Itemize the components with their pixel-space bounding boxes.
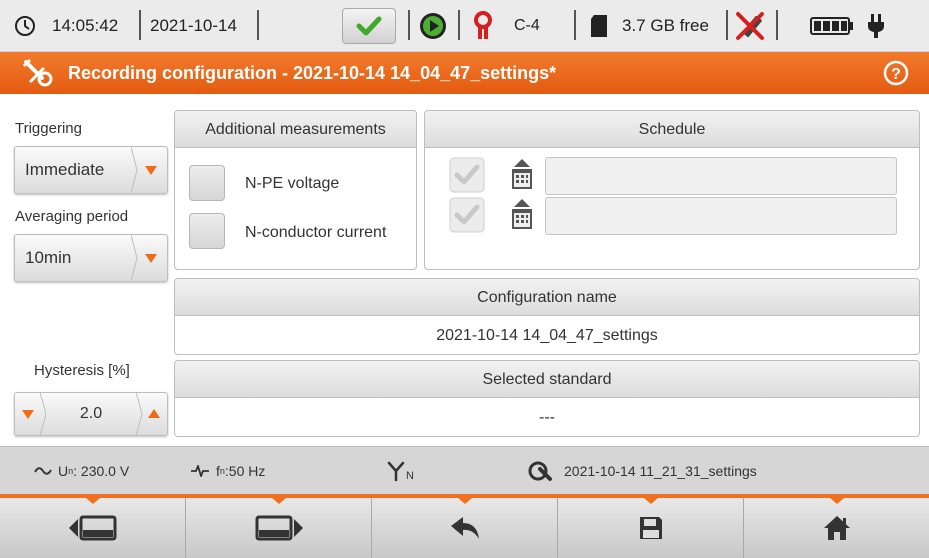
status-separator	[139, 10, 141, 40]
status-date: 2021-10-14	[150, 16, 237, 35]
schedule-panel: Schedule	[424, 110, 920, 270]
button-notch	[644, 498, 658, 504]
bottom-toolbar	[0, 494, 929, 558]
additional-measurements-header: Additional measurements	[175, 111, 416, 148]
selected-standard-panel: Selected standard ---	[174, 360, 920, 437]
arrow-down-icon	[22, 391, 47, 437]
clamp-label: C-4	[514, 17, 540, 34]
floppy-save-icon	[639, 517, 662, 539]
play-record-icon	[418, 0, 448, 52]
recording-ok-button[interactable]	[342, 8, 396, 44]
nominal-voltage: Un: 230.0 V	[34, 447, 129, 495]
status-separator	[458, 10, 460, 40]
button-notch	[830, 498, 844, 504]
power-plug-icon	[866, 0, 886, 52]
button-notch	[86, 498, 100, 504]
storage-free: 3.7 GB free	[622, 16, 709, 35]
hysteresis-value: 2.0	[79, 405, 103, 422]
additional-measurements-panel: Additional measurements N-PE voltage N-c…	[174, 110, 417, 270]
usb-disconnected-icon	[734, 0, 766, 52]
help-icon[interactable]: ?	[883, 60, 909, 91]
network-wye-icon	[387, 461, 405, 482]
network-type: N	[386, 447, 414, 495]
home-icon	[823, 516, 850, 540]
back-button[interactable]	[372, 498, 558, 558]
status-bar: 14:05:42 2021-10-14 C-4 3.7 GB free	[0, 0, 929, 52]
sine-wave-icon	[34, 467, 52, 475]
configuration-name-header: Configuration name	[175, 279, 919, 316]
schedule-start-field[interactable]	[545, 157, 897, 195]
svg-text:?: ?	[891, 66, 901, 83]
status-separator	[257, 10, 259, 40]
info-bar: Un: 230.0 V f n:50 Hz N 2021-10-14 11_21_…	[0, 446, 929, 494]
schedule-header: Schedule	[425, 111, 919, 148]
arrow-up-icon	[135, 391, 160, 437]
schedule-stop-field[interactable]	[545, 197, 897, 235]
home-button[interactable]	[744, 498, 929, 558]
selected-standard-value[interactable]: ---	[175, 409, 919, 427]
tools-settings-icon	[20, 58, 54, 93]
frequency-icon	[191, 465, 209, 477]
averaging-dropdown[interactable]: 10min	[14, 234, 168, 282]
save-button[interactable]	[558, 498, 744, 558]
status-separator	[726, 10, 728, 40]
next-screen-button[interactable]	[186, 498, 372, 558]
triggering-dropdown[interactable]: Immediate	[14, 146, 168, 194]
page-title: Recording configuration - 2021-10-14 14_…	[68, 63, 557, 83]
configuration-name-panel: Configuration name 2021-10-14 14_04_47_s…	[174, 278, 920, 355]
averaging-value: 10min	[25, 248, 72, 267]
nominal-frequency: f n:50 Hz	[190, 447, 265, 495]
averaging-label: Averaging period	[15, 208, 129, 225]
status-separator	[776, 10, 778, 40]
wrench-icon	[528, 461, 552, 481]
calendar-start-icon[interactable]	[509, 157, 535, 196]
dropdown-arrow-icon	[130, 234, 167, 282]
back-arrow-icon	[450, 517, 479, 539]
status-separator	[574, 10, 576, 40]
decrement-button[interactable]	[14, 391, 47, 437]
sd-card-icon	[590, 0, 608, 52]
dropdown-arrow-icon	[130, 146, 167, 194]
title-bar: Recording configuration - 2021-10-14 14_…	[0, 52, 929, 94]
n-conductor-current-label: N-conductor current	[245, 224, 387, 241]
battery-icon	[810, 0, 854, 52]
configuration-name-value[interactable]: 2021-10-14 14_04_47_settings	[175, 327, 919, 345]
triggering-label: Triggering	[15, 120, 82, 137]
settings-file: 2021-10-14 11_21_31_settings	[528, 447, 757, 495]
hysteresis-label: Hysteresis [%]	[34, 362, 130, 379]
schedule-start-checkbox[interactable]	[449, 157, 485, 198]
clamp-icon	[472, 0, 494, 52]
status-time: 14:05:42	[52, 16, 119, 35]
status-separator	[408, 10, 410, 40]
check-icon	[356, 16, 382, 36]
button-notch	[458, 498, 472, 504]
increment-button[interactable]	[135, 391, 168, 437]
arrow-right-screen-icon	[255, 515, 303, 541]
n-conductor-current-checkbox[interactable]	[189, 213, 225, 249]
npe-voltage-checkbox[interactable]	[189, 165, 225, 201]
calendar-stop-icon[interactable]	[509, 197, 535, 236]
selected-standard-header: Selected standard	[175, 361, 919, 398]
previous-screen-button[interactable]	[0, 498, 186, 558]
npe-voltage-label: N-PE voltage	[245, 175, 340, 192]
clock-icon	[14, 0, 36, 52]
triggering-value: Immediate	[25, 160, 105, 179]
hysteresis-stepper: 2.0	[14, 391, 168, 437]
button-notch	[272, 498, 286, 504]
arrow-left-screen-icon	[68, 515, 116, 541]
schedule-stop-checkbox[interactable]	[449, 197, 485, 238]
